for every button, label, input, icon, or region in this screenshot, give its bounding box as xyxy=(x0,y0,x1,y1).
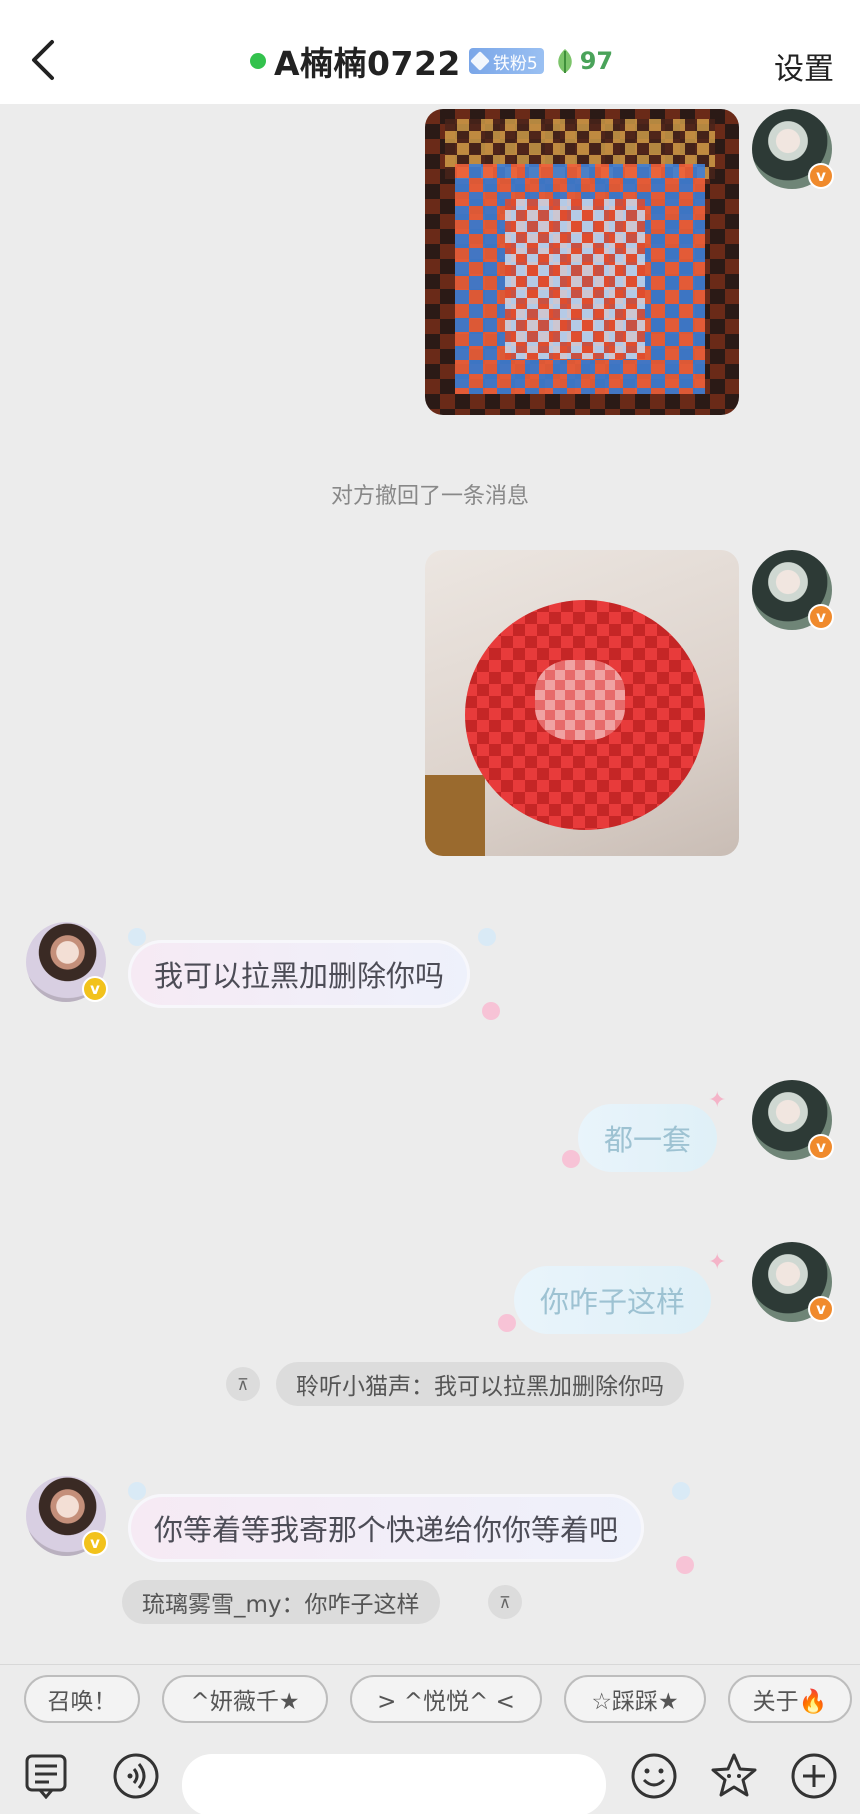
chat-title-area[interactable]: A楠楠0722 铁粉5 97 xyxy=(250,36,613,86)
bubble-decoration xyxy=(676,1556,694,1574)
image-message[interactable] xyxy=(425,109,739,415)
diamond-icon xyxy=(469,51,490,71)
peer-message-bubble[interactable]: 你等着等我寄那个快递给你你等着吧 xyxy=(128,1494,645,1562)
verified-badge-icon: v xyxy=(808,1296,834,1322)
document-icon xyxy=(25,1754,67,1799)
message-text: 我可以拉黑加删除你吗 xyxy=(154,959,445,993)
verified-badge-icon: v xyxy=(808,1134,834,1160)
message-text: 你咋子这样 xyxy=(540,1285,686,1319)
leaf-level: 97 xyxy=(552,47,613,75)
my-message-bubble[interactable]: 都一套 xyxy=(578,1104,718,1172)
my-message-bubble[interactable]: 你咋子这样 xyxy=(514,1266,712,1334)
leaf-icon xyxy=(557,49,572,73)
emoji-button[interactable] xyxy=(628,1750,680,1802)
bubble-decoration xyxy=(128,928,146,946)
bubble-decoration xyxy=(482,1002,500,1020)
peer-avatar[interactable]: v xyxy=(26,922,108,1002)
message-text: 你等着等我寄那个快递给你你等着吧 xyxy=(154,1513,619,1547)
plus-circle-icon xyxy=(791,1753,837,1799)
document-button[interactable] xyxy=(20,1750,72,1802)
bubble-decoration xyxy=(478,928,496,946)
chip-label: 召唤！ xyxy=(47,1689,117,1715)
my-avatar[interactable]: v xyxy=(752,550,834,630)
star-decoration-icon: ✦ xyxy=(708,1250,727,1275)
image-message[interactable] xyxy=(425,550,739,856)
voice-icon xyxy=(113,1753,159,1799)
star-decoration-icon: ✦ xyxy=(708,1088,727,1113)
voice-button[interactable] xyxy=(110,1750,162,1802)
my-avatar[interactable]: v xyxy=(752,109,834,189)
recall-notice: 对方撤回了一条消息 xyxy=(330,484,529,509)
bubble-decoration xyxy=(672,1482,690,1500)
quick-reply-chip[interactable]: ^妍薇千★ xyxy=(162,1675,328,1723)
chip-label: ^妍薇千★ xyxy=(190,1689,300,1715)
verified-badge-icon: v xyxy=(808,163,834,189)
quick-reply-chip[interactable]: > ^悦悦^ < xyxy=(350,1675,542,1723)
quoted-message[interactable]: 琉璃雾雪_my：你咋子这样 xyxy=(122,1580,440,1624)
chat-header: A楠楠0722 铁粉5 97 设置 xyxy=(0,0,860,104)
chat-title: A楠楠0722 xyxy=(274,44,461,83)
quick-reply-chip[interactable]: 召唤！ xyxy=(24,1675,140,1723)
image-content xyxy=(505,199,645,359)
quoted-message[interactable]: 聆听小猫声：我可以拉黑加删除你吗 xyxy=(276,1362,684,1406)
chip-label: 关于🔥 xyxy=(752,1689,828,1715)
smile-icon xyxy=(631,1753,677,1799)
star-icon xyxy=(711,1753,757,1797)
quoted-text: 琉璃雾雪_my：你咋子这样 xyxy=(142,1592,420,1618)
message-input[interactable] xyxy=(182,1754,606,1814)
chip-label: ☆踩踩★ xyxy=(591,1689,679,1715)
back-button[interactable] xyxy=(26,38,60,82)
quick-reply-chip[interactable]: 关于🔥 xyxy=(728,1675,852,1723)
message-input-bar xyxy=(0,1736,860,1814)
bubble-decoration xyxy=(562,1150,580,1168)
peer-message-bubble[interactable]: 我可以拉黑加删除你吗 xyxy=(128,940,471,1008)
verified-badge-icon: v xyxy=(808,604,834,630)
my-avatar[interactable]: v xyxy=(752,1242,834,1322)
online-status-dot xyxy=(250,53,266,69)
chevron-left-icon xyxy=(32,40,54,80)
settings-button[interactable]: 设置 xyxy=(774,44,834,88)
quick-reply-bar: 召唤！ ^妍薇千★ > ^悦悦^ < ☆踩踩★ 关于🔥 xyxy=(0,1664,860,1736)
quote-jump-icon[interactable]: ⊼ xyxy=(488,1585,522,1619)
quick-reply-chip[interactable]: ☆踩踩★ xyxy=(564,1675,706,1723)
chip-label: > ^悦悦^ < xyxy=(377,1689,515,1715)
quoted-text: 聆听小猫声：我可以拉黑加删除你吗 xyxy=(296,1374,664,1400)
image-content xyxy=(535,660,625,740)
image-content xyxy=(425,775,485,856)
my-avatar[interactable]: v xyxy=(752,1080,834,1160)
fan-level-badge: 铁粉5 xyxy=(468,48,544,74)
message-text: 都一套 xyxy=(604,1123,692,1157)
bubble-decoration xyxy=(128,1482,146,1500)
sticker-button[interactable] xyxy=(708,1750,760,1802)
fan-badge-label: 铁粉5 xyxy=(492,53,538,74)
verified-badge-icon: v xyxy=(82,976,108,1002)
peer-avatar[interactable]: v xyxy=(26,1476,108,1556)
verified-badge-icon: v xyxy=(82,1530,108,1556)
leaf-level-value: 97 xyxy=(579,47,614,75)
bubble-decoration xyxy=(498,1314,516,1332)
quote-jump-icon[interactable]: ⊼ xyxy=(226,1367,260,1401)
add-button[interactable] xyxy=(788,1750,840,1802)
